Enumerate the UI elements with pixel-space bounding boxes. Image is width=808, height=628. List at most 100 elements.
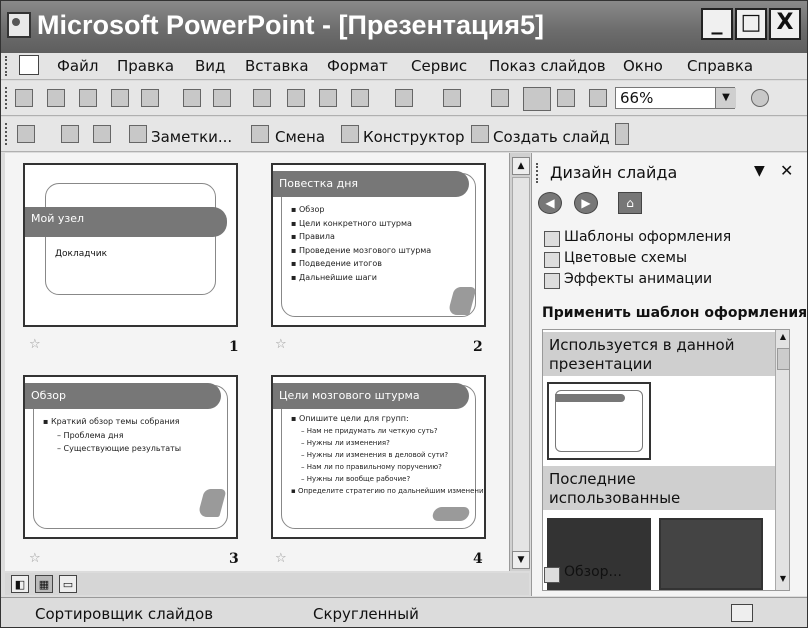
chevron-down-icon[interactable]: ▼ <box>754 163 765 179</box>
open-icon[interactable] <box>47 89 65 107</box>
slide-title: Повестка дня <box>273 171 469 197</box>
star-icon[interactable]: ☆ <box>29 551 41 566</box>
section-recent-header: Последние использованные <box>543 466 775 510</box>
help-icon[interactable] <box>751 89 769 107</box>
slide-bullets: ▪ Обзор ▪ Цели конкретного штурма ▪ Прав… <box>291 203 431 284</box>
grid-icon[interactable] <box>557 89 575 107</box>
menu-slideshow[interactable]: Показ слайдов <box>489 57 606 75</box>
undo-icon[interactable] <box>395 89 413 107</box>
menu-window[interactable]: Окно <box>623 57 663 75</box>
spelling-status-icon[interactable] <box>731 604 753 622</box>
designer-icon[interactable] <box>341 125 359 143</box>
sorter-scrollbar[interactable]: ▲ ▼ <box>509 153 530 571</box>
link-animation-effects[interactable]: Эффекты анимации <box>564 271 712 287</box>
bullet-item: – Нужны ли изменения в деловой сути? <box>301 451 449 459</box>
star-icon[interactable]: ☆ <box>275 551 287 566</box>
transition-button[interactable]: Смена <box>275 128 325 146</box>
scrollbar-thumb[interactable] <box>512 177 530 559</box>
template-used-thumbnail[interactable] <box>547 382 651 460</box>
color-schemes-icon <box>544 252 560 268</box>
bullet-item: ▪ Цели конкретного штурма <box>291 218 412 228</box>
menu-grip-icon[interactable] <box>5 56 11 76</box>
menu-format[interactable]: Формат <box>327 57 388 75</box>
browse-link[interactable]: Обзор... <box>564 564 622 580</box>
bullet-item: ▪ Опишите цели для групп: <box>291 414 409 423</box>
permission-icon[interactable] <box>111 89 129 107</box>
link-color-schemes[interactable]: Цветовые схемы <box>564 250 687 266</box>
view-buttons-bar: ◧ ▦ ▭ <box>5 573 529 595</box>
email-icon[interactable] <box>141 89 159 107</box>
expand-icon[interactable] <box>93 125 111 143</box>
scroll-up-icon[interactable]: ▲ <box>776 332 789 346</box>
table-icon[interactable] <box>523 87 551 111</box>
status-design: Скругленный <box>313 605 419 623</box>
pane-grip-icon[interactable] <box>536 163 542 183</box>
close-icon[interactable]: ✕ <box>780 161 793 180</box>
powerpoint-window: Microsoft PowerPoint - [Презентация5] _ … <box>0 0 808 628</box>
star-icon[interactable]: ☆ <box>275 337 287 352</box>
menu-view[interactable]: Вид <box>195 57 225 75</box>
minimize-button[interactable]: _ <box>701 8 733 40</box>
apply-template-label: Применить шаблон оформления: <box>542 305 808 321</box>
toolbar-options-icon[interactable] <box>615 123 629 145</box>
bullet-item: ▪ Обзор <box>291 205 325 214</box>
designer-button[interactable]: Конструктор <box>363 128 465 146</box>
menu-help[interactable]: Справка <box>687 57 753 75</box>
template-recent-2[interactable] <box>659 518 763 590</box>
notes-icon[interactable] <box>129 125 147 143</box>
scrollbar-thumb[interactable] <box>777 348 789 370</box>
print-preview-icon[interactable] <box>213 89 231 107</box>
slide-number: 3 <box>229 551 239 567</box>
back-icon[interactable]: ◀ <box>538 192 562 214</box>
slide-sorter-view-icon[interactable]: ▦ <box>35 575 53 593</box>
menu-edit[interactable]: Правка <box>117 57 174 75</box>
menu-insert[interactable]: Вставка <box>245 57 309 75</box>
summary-icon[interactable] <box>61 125 79 143</box>
new-slide-button[interactable]: Создать слайд <box>493 128 610 146</box>
hide-slide-icon[interactable] <box>17 125 35 143</box>
template-band <box>555 394 625 402</box>
slide-thumbnail-1[interactable]: Мой узел Докладчик <box>23 163 238 327</box>
maximize-button[interactable]: □ <box>735 8 767 40</box>
slide-thumbnail-2[interactable]: Повестка дня ▪ Обзор ▪ Цели конкретного … <box>271 163 486 327</box>
slide-thumbnail-3[interactable]: Обзор ▪ Краткий обзор темы собрания – Пр… <box>23 375 238 539</box>
new-icon[interactable] <box>15 89 33 107</box>
gallery-scrollbar[interactable]: ▲ ▼ <box>775 330 789 590</box>
bullet-item: ▪ Подведение итогов <box>291 259 382 268</box>
notes-button[interactable]: Заметки... <box>151 128 232 146</box>
paste-icon[interactable] <box>351 89 369 107</box>
menu-file[interactable]: Файл <box>57 57 98 75</box>
new-slide-icon[interactable] <box>471 125 489 143</box>
bullet-item: ▪ Проведение мозгового штурма <box>291 245 432 255</box>
chart-icon[interactable] <box>491 89 509 107</box>
scroll-down-icon[interactable]: ▼ <box>512 551 530 569</box>
link-design-templates[interactable]: Шаблоны оформления <box>564 229 731 245</box>
menu-bar: Файл Правка Вид Вставка Формат Сервис По… <box>1 53 807 80</box>
scroll-up-icon[interactable]: ▲ <box>512 157 530 175</box>
save-icon[interactable] <box>79 89 97 107</box>
slideshow-view-icon[interactable]: ▭ <box>59 575 77 593</box>
toolbar-grip-icon[interactable] <box>5 87 11 109</box>
copy-icon[interactable] <box>319 89 337 107</box>
scroll-down-icon[interactable]: ▼ <box>776 574 789 588</box>
forward-icon[interactable]: ▶ <box>574 192 598 214</box>
close-button[interactable]: X <box>769 8 801 40</box>
redo-icon[interactable] <box>443 89 461 107</box>
home-icon[interactable]: ⌂ <box>618 192 642 214</box>
document-icon[interactable] <box>19 55 39 75</box>
color-icon[interactable] <box>589 89 607 107</box>
slide-sorter: Мой узел Докладчик ☆ 1 Повестка дня ▪ Об… <box>5 153 509 571</box>
powerpoint-app-icon[interactable] <box>7 12 31 38</box>
toolbar-grip-icon[interactable] <box>5 123 11 145</box>
slide-thumbnail-4[interactable]: Цели мозгового штурма ▪ Опишите цели для… <box>271 375 486 539</box>
cut-icon[interactable] <box>287 89 305 107</box>
menu-tools[interactable]: Сервис <box>411 57 467 75</box>
transition-icon[interactable] <box>251 125 269 143</box>
bullet-item: – Нам ли по правильному поручению? <box>301 463 442 471</box>
normal-view-icon[interactable]: ◧ <box>11 575 29 593</box>
chevron-down-icon[interactable]: ▼ <box>715 88 736 108</box>
design-templates-icon <box>544 231 560 247</box>
print-icon[interactable] <box>183 89 201 107</box>
spelling-icon[interactable] <box>253 89 271 107</box>
star-icon[interactable]: ☆ <box>29 337 41 352</box>
